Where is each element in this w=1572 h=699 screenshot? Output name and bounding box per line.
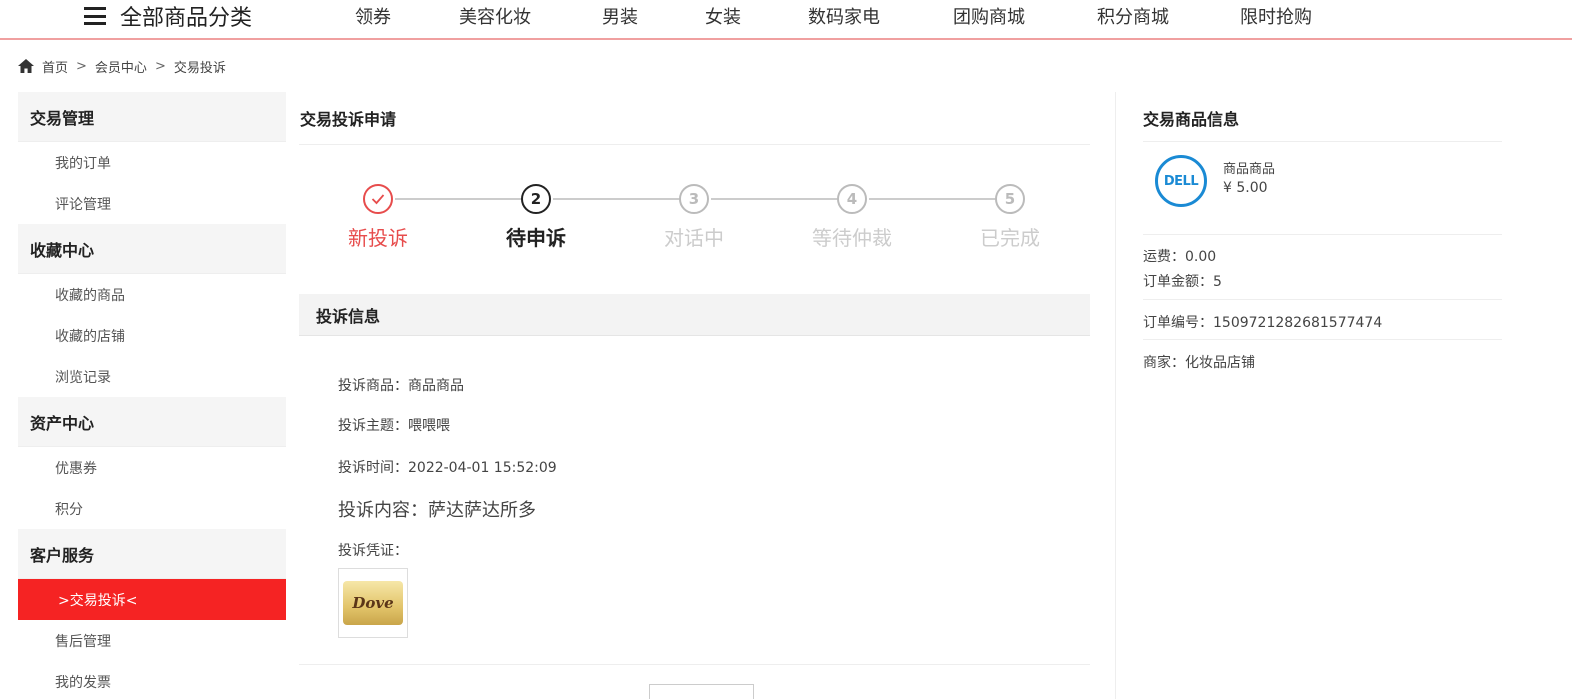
sidebar-item-my-orders[interactable]: 我的订单 (18, 142, 286, 183)
all-categories-label: 全部商品分类 (120, 6, 253, 31)
step-connector (395, 198, 538, 200)
complaint-content-value: 萨达萨达所多 (428, 500, 536, 521)
seller-label: 商家： (1143, 355, 1185, 371)
step-5-label: 已完成 (980, 226, 1040, 250)
breadcrumb-separator: > (76, 58, 87, 74)
step-2-label: 待申诉 (506, 226, 566, 250)
breadcrumb-member-center[interactable]: 会员中心 (95, 57, 147, 76)
complaint-time-value: 2022-04-01 15:52:09 (408, 460, 557, 476)
order-info-panel: 交易商品信息 DELL 商品商品 ¥ 5.00 运费：0.00 订单金额：5 订… (1143, 92, 1503, 699)
breadcrumb-current: 交易投诉 (173, 60, 226, 76)
complaint-time-row: 投诉时间：2022-04-01 15:52:09 (338, 457, 557, 477)
sidebar-item-favorite-products[interactable]: 收藏的商品 (18, 274, 286, 315)
sidebar-group-title: 资产中心 (18, 397, 286, 447)
checkmark-icon (371, 194, 385, 205)
page-title: 交易投诉申请 (300, 110, 397, 129)
complaint-time-label: 投诉时间： (338, 460, 408, 476)
step-2-circle: 2 (521, 184, 551, 214)
nav-link-flash-sale[interactable]: 限时抢购 (1240, 3, 1312, 29)
complaint-product-value: 商品商品 (408, 378, 464, 394)
complaint-product-row: 投诉商品：商品商品 (338, 375, 464, 395)
sidebar: 交易管理 我的订单 评论管理 收藏中心 收藏的商品 收藏的店铺 浏览记录 资产中… (18, 92, 286, 699)
column-divider (1115, 92, 1116, 699)
sidebar-group-title: 收藏中心 (18, 224, 286, 274)
order-number-label: 订单编号： (1143, 315, 1213, 331)
sidebar-item-review-management[interactable]: 评论管理 (18, 183, 286, 224)
order-amount-row: 订单金额：5 (1143, 271, 1222, 291)
divider (1143, 141, 1502, 142)
complaint-subject-value: 喂喂喂 (408, 418, 450, 434)
step-1-circle (363, 184, 393, 214)
divider (299, 664, 1090, 665)
shipping-fee-value: 0.00 (1185, 249, 1217, 265)
sidebar-item-trade-complaint[interactable]: >交易投诉< (18, 579, 286, 620)
step-4-circle: 4 (837, 184, 867, 214)
seller-row: 商家：化妆品店铺 (1143, 352, 1255, 372)
nav-link-digital[interactable]: 数码家电 (808, 3, 880, 29)
complaint-evidence-label: 投诉凭证： (338, 543, 408, 559)
sidebar-item-coupons[interactable]: 优惠券 (18, 447, 286, 488)
sidebar-item-after-sales[interactable]: 售后管理 (18, 620, 286, 661)
divider (1143, 299, 1502, 300)
top-nav: 全部商品分类 领券 美容化妆 男装 女装 数码家电 团购商城 积分商城 限时抢购 (0, 0, 1572, 40)
nav-link-women[interactable]: 女装 (705, 3, 741, 29)
nav-link-group-buy[interactable]: 团购商城 (953, 3, 1025, 29)
submit-button[interactable] (649, 684, 754, 699)
nav-link-points-mall[interactable]: 积分商城 (1097, 3, 1169, 29)
complaint-subject-label: 投诉主题： (338, 418, 408, 434)
menu-icon (84, 7, 106, 25)
order-amount-label: 订单金额： (1143, 274, 1213, 290)
shipping-fee-label: 运费： (1143, 249, 1185, 265)
complaint-content-row: 投诉内容：萨达萨达所多 (338, 496, 536, 522)
progress-steps: 2 3 4 5 新投诉 待申诉 对话中 等待仲裁 已完成 (299, 184, 1090, 254)
breadcrumb-home[interactable]: 首页 (42, 57, 68, 76)
divider (299, 144, 1090, 145)
complaint-content-label: 投诉内容： (338, 500, 428, 521)
step-connector (869, 198, 1012, 200)
order-amount-value: 5 (1213, 274, 1222, 290)
complaint-product-label: 投诉商品： (338, 378, 408, 394)
step-3-circle: 3 (679, 184, 709, 214)
product-thumbnail[interactable]: DELL (1155, 155, 1207, 207)
nav-link-coupons[interactable]: 领券 (355, 3, 391, 29)
home-icon (18, 59, 34, 73)
step-connector (711, 198, 854, 200)
shipping-fee-row: 运费：0.00 (1143, 246, 1216, 266)
step-3-label: 对话中 (664, 226, 724, 250)
step-4-label: 等待仲裁 (812, 226, 892, 250)
breadcrumb-separator: > (154, 58, 166, 74)
seller-value: 化妆品店铺 (1185, 355, 1255, 371)
evidence-thumbnail[interactable]: Dove (338, 568, 408, 638)
sidebar-item-points[interactable]: 积分 (18, 488, 286, 529)
all-categories-button[interactable]: 全部商品分类 (84, 0, 252, 32)
order-info-title: 交易商品信息 (1143, 110, 1240, 129)
sidebar-group-title: 客户服务 (18, 529, 286, 579)
divider (1143, 339, 1502, 340)
nav-link-beauty[interactable]: 美容化妆 (459, 3, 531, 29)
step-5-circle: 5 (995, 184, 1025, 214)
sidebar-item-favorite-shops[interactable]: 收藏的店铺 (18, 315, 286, 356)
step-1-label: 新投诉 (348, 226, 408, 250)
sidebar-item-my-invoices[interactable]: 我的发票 (18, 661, 286, 699)
complaint-panel: 交易投诉申请 2 3 4 5 新投诉 待申诉 对话中 等待仲裁 已完成 投诉信息… (299, 92, 1090, 699)
step-connector (553, 198, 696, 200)
evidence-product-image: Dove (343, 581, 403, 625)
divider (1143, 234, 1502, 235)
product-price: ¥ 5.00 (1223, 180, 1268, 196)
nav-link-men[interactable]: 男装 (602, 3, 638, 29)
order-number-row: 订单编号：1509721282681577474 (1143, 312, 1382, 332)
sidebar-item-browse-history[interactable]: 浏览记录 (18, 356, 286, 397)
complaint-info-header: 投诉信息 (299, 294, 1090, 336)
order-number-value: 1509721282681577474 (1213, 315, 1383, 331)
breadcrumb: 首页 > 会员中心 > 交易投诉 (18, 56, 226, 76)
product-name[interactable]: 商品商品 (1223, 158, 1275, 177)
sidebar-group-title: 交易管理 (18, 92, 286, 142)
complaint-subject-row: 投诉主题：喂喂喂 (338, 415, 450, 435)
